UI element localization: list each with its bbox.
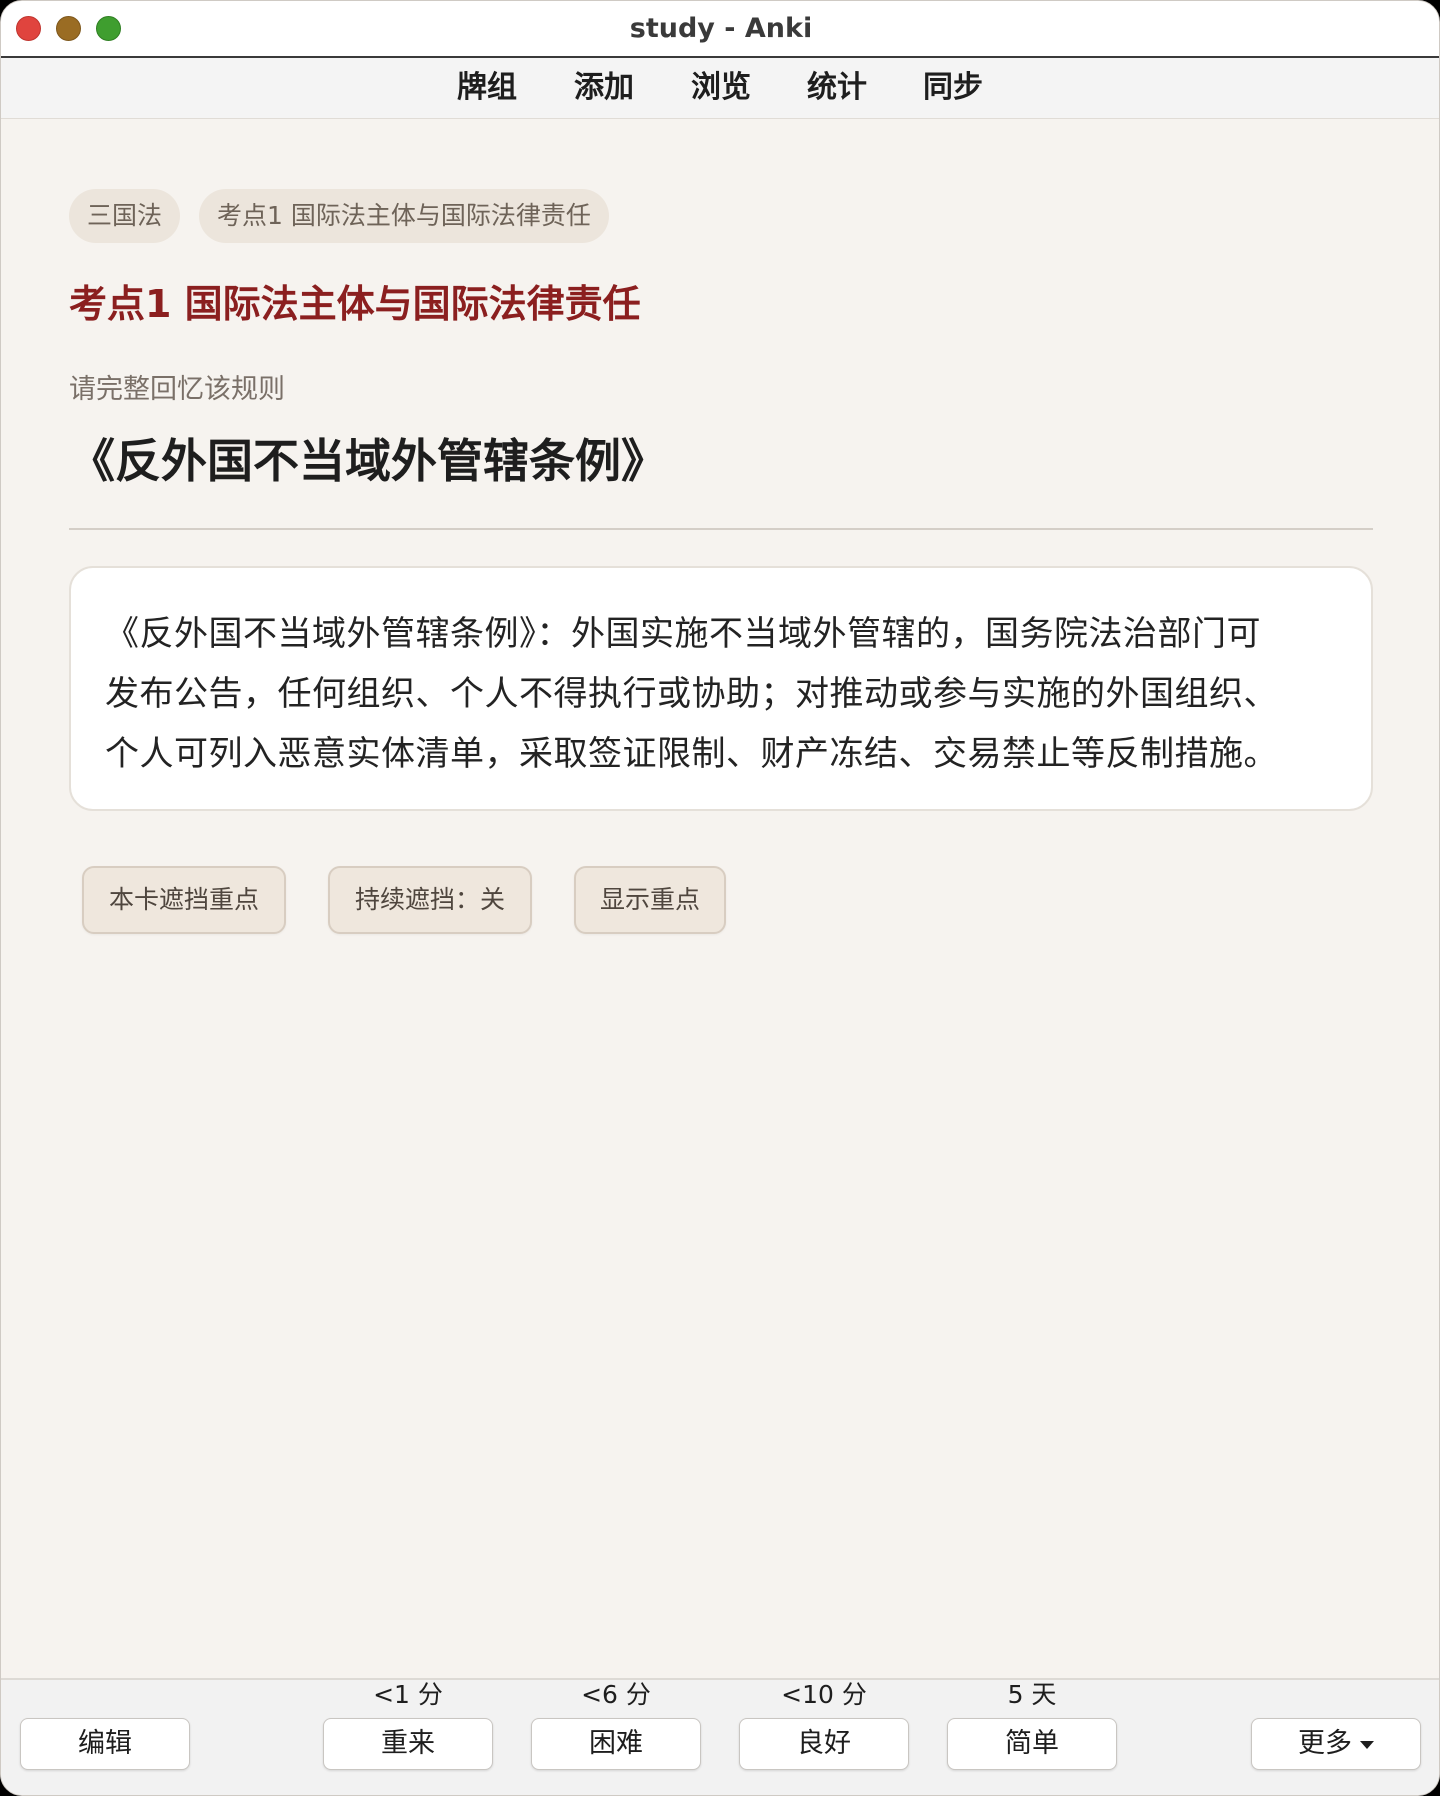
answer-line: 个人可列入恶意实体清单，采取签证限制、财产冻结、交易禁止等反制措施。 (105, 734, 1278, 774)
title-bar: study - Anki (1, 1, 1439, 58)
easy-interval: 5 天 (1007, 1680, 1057, 1709)
card-prompt: 请完整回忆该规则 (69, 374, 285, 405)
card-tag[interactable]: 三国法 (69, 189, 181, 243)
card-title: 考点1 国际法主体与国际法律责任 (69, 282, 641, 326)
toolbar-add[interactable]: 添加 (574, 58, 634, 118)
again-interval: <1 分 (373, 1680, 443, 1709)
answer-box: 《反外国不当域外管辖条例》：外国实施不当域外管辖的，国务院法治部门可 发布公告，… (69, 566, 1373, 811)
chevron-down-icon (1360, 1740, 1374, 1749)
toolbar-sync[interactable]: 同步 (923, 58, 983, 118)
main-toolbar: 牌组 添加 浏览 统计 同步 (1, 58, 1439, 119)
card-tag[interactable]: 考点1 国际法主体与国际法律责任 (199, 189, 609, 243)
toolbar-decks[interactable]: 牌组 (457, 58, 517, 118)
persistent-mask-toggle-button[interactable]: 持续遮挡：关 (328, 866, 532, 934)
more-button-label: 更多 (1298, 1728, 1352, 1759)
more-button[interactable]: 更多 (1251, 1718, 1421, 1770)
show-key-points-button[interactable]: 显示重点 (574, 866, 726, 934)
window-title: study - Anki (629, 13, 813, 44)
mask-key-points-button[interactable]: 本卡遮挡重点 (82, 866, 286, 934)
card-question: 《反外国不当域外管辖条例》 (69, 434, 667, 488)
answer-bar (1, 1678, 1439, 1795)
good-button[interactable]: 良好 (739, 1718, 909, 1770)
answer-line: 《反外国不当域外管辖条例》：外国实施不当域外管辖的，国务院法治部门可 (105, 614, 1261, 654)
edit-button[interactable]: 编辑 (20, 1718, 190, 1770)
again-button[interactable]: 重来 (323, 1718, 493, 1770)
hard-button[interactable]: 困难 (531, 1718, 701, 1770)
anki-window: study - Anki 牌组 添加 浏览 统计 同步 三国法 考点1 国际法主… (0, 0, 1440, 1796)
hard-interval: <6 分 (581, 1680, 651, 1709)
toolbar-stats[interactable]: 统计 (807, 58, 867, 118)
answer-line: 发布公告，任何组织、个人不得执行或协助；对推动或参与实施的外国组织、 (105, 674, 1278, 714)
answer-divider (69, 528, 1373, 530)
easy-button[interactable]: 简单 (947, 1718, 1117, 1770)
good-interval: <10 分 (781, 1680, 867, 1709)
toolbar-browse[interactable]: 浏览 (691, 58, 751, 118)
